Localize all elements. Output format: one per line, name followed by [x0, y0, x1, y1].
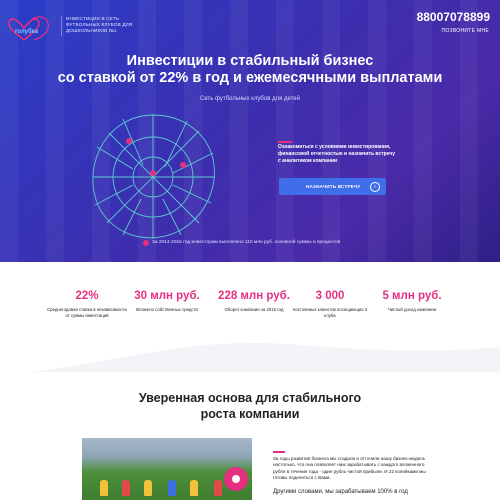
stat-value: 22%: [75, 290, 99, 302]
logo-tagline: ИНВЕСТИЦИИ В СЕТЬ ФУТБОЛЬНЫХ КЛУБОВ ДЛЯ …: [66, 16, 133, 33]
payout-footnote-text: За 2014-2015 год инвесторам выплачено 11…: [152, 240, 341, 245]
growth-summary: Другими словами, мы зарабатываем 100% в …: [273, 489, 408, 495]
hero-background-photo: [0, 0, 500, 262]
phone-number[interactable]: 88007078899: [417, 10, 490, 24]
offer-text: Ознакомиться с условиями инвестирования,…: [278, 144, 395, 164]
photo-badge-icon: [224, 467, 248, 491]
hero-subtitle: Сеть футбольных клубов для детей: [199, 96, 300, 102]
schedule-meeting-button[interactable]: НАЗНАЧИТЬ ВСТРЕЧУ ›: [279, 178, 386, 195]
offer-accent-line: [278, 141, 292, 143]
growth-description: За годы развития бизнеса мы создали и от…: [273, 451, 433, 482]
text-accent-line: [273, 451, 285, 453]
logo-divider: [61, 16, 62, 36]
callback-link[interactable]: ПОЗВОНИТЕ МНЕ: [441, 28, 489, 34]
stat-label: Чистый доход компании: [387, 307, 437, 312]
stat-item: 228 млн руб. Оборот компании за 2015 год: [214, 290, 294, 313]
svg-text:голубка: голубка: [15, 28, 39, 35]
stat-item: 22% Среднегодовая ставка в независимости…: [47, 290, 127, 319]
stat-value: 228 млн руб.: [218, 290, 290, 302]
stat-value: 3 000: [315, 290, 345, 302]
map-point-icon: [150, 170, 156, 176]
stat-label: Вложено собственных средств: [136, 307, 198, 312]
arrow-right-icon: ›: [370, 182, 380, 192]
payout-footnote: За 2014-2015 год инвесторам выплачено 11…: [143, 240, 340, 245]
stat-item: 3 000 постоянных клиентов посещающих 3 к…: [290, 290, 370, 319]
map-point-icon: [180, 162, 186, 168]
stat-label: Оборот компании за 2015 год: [224, 307, 284, 312]
schedule-meeting-label: НАЗНАЧИТЬ ВСТРЕЧУ: [306, 184, 361, 189]
hero-section: голубка ИНВЕСТИЦИИ В СЕТЬ ФУТБОЛЬНЫХ КЛУ…: [0, 0, 500, 262]
section-title: Уверенная основа для стабильного роста к…: [138, 391, 362, 421]
growth-section: Уверенная основа для стабильного роста к…: [0, 372, 500, 500]
kids-football-photo: [82, 438, 252, 500]
stat-label: постоянных клиентов посещающих 3 клуба: [292, 307, 368, 318]
hero-title-line2: со ставкой от 22% в год и ежемесячными в…: [57, 70, 443, 86]
company-logo[interactable]: голубка: [6, 14, 60, 44]
stat-label: Среднегодовая ставка в независимости от …: [47, 307, 127, 318]
hero-title-line1: Инвестиции в стабильный бизнес: [126, 53, 374, 69]
moscow-map-graphic: [92, 114, 215, 239]
map-point-icon: [126, 138, 132, 144]
stat-item: 30 млн руб. Вложено собственных средств: [127, 290, 207, 313]
stat-value: 30 млн руб.: [134, 290, 200, 302]
stat-value: 5 млн руб.: [382, 290, 442, 302]
stat-item: 5 млн руб. Чистый доход компании: [372, 290, 452, 313]
growth-description-text: За годы развития бизнеса мы создали и от…: [273, 455, 426, 481]
hero-title: Инвестиции в стабильный бизнес со ставко…: [50, 53, 450, 87]
